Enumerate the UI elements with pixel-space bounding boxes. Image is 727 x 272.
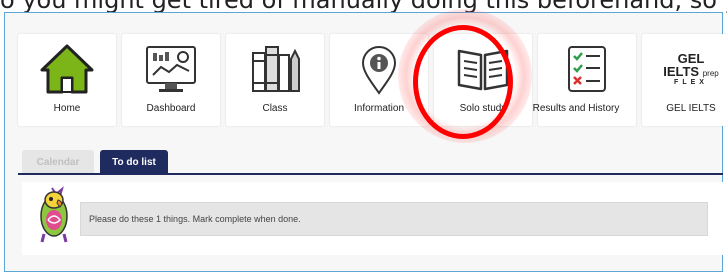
nav-tile-label: Class xyxy=(262,103,288,114)
nav-tiles: Home Dashboard Class Information Solo st… xyxy=(18,34,727,126)
checklist-icon xyxy=(557,41,617,97)
todo-notice: Please do these 1 things. Mark complete … xyxy=(80,202,708,236)
nav-tile-dashboard[interactable]: Dashboard xyxy=(122,34,220,126)
nav-tile-label: Dashboard xyxy=(146,103,196,114)
gel-ielts-logo: GEL IELTS prep FLEX xyxy=(663,50,719,86)
nav-tile-solo-study[interactable]: Solo study xyxy=(434,34,532,126)
tabs-underline xyxy=(18,173,723,175)
tab-calendar[interactable]: Calendar xyxy=(22,150,94,174)
nav-tile-label: GEL IELTS xyxy=(666,103,716,114)
nav-tile-label: Home xyxy=(53,103,81,114)
open-book-icon xyxy=(453,41,513,97)
notice-text: Please do these 1 things. Mark complete … xyxy=(89,214,301,224)
nav-tile-class[interactable]: Class xyxy=(226,34,324,126)
dashboard-monitor-icon xyxy=(141,41,201,97)
books-icon xyxy=(245,41,305,97)
nav-tile-label: Results and History xyxy=(532,103,620,114)
nav-tile-results-history[interactable]: Results and History xyxy=(533,34,636,126)
nav-tile-label: Information xyxy=(353,103,405,114)
nav-tile-label: Solo study xyxy=(459,103,507,114)
nav-tile-home[interactable]: Home xyxy=(18,34,116,126)
tab-to-do-list[interactable]: To do list xyxy=(100,150,168,174)
home-icon xyxy=(37,41,97,97)
nav-tile-gel-ielts[interactable]: GEL IELTS prep FLEX GEL IELTS xyxy=(642,34,727,126)
parrot-mascot-icon xyxy=(34,186,74,244)
nav-tile-information[interactable]: Information xyxy=(330,34,428,126)
info-pin-icon xyxy=(349,41,409,97)
